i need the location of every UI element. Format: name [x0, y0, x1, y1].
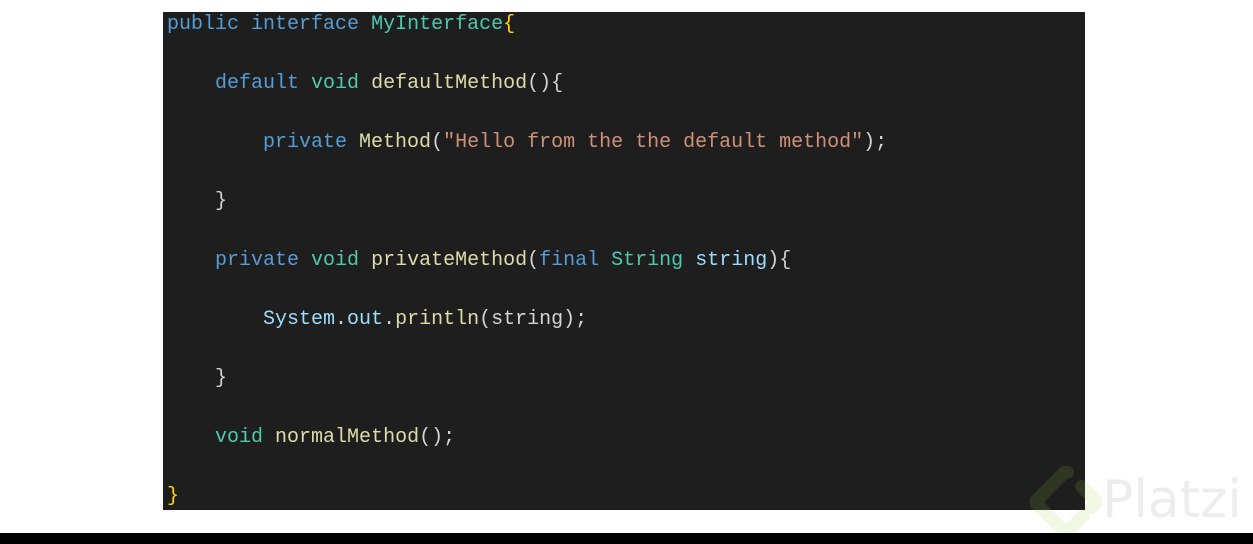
code-bracket: }	[167, 485, 180, 508]
code-punctuation	[263, 426, 275, 449]
code-function-name: println	[395, 308, 480, 331]
code-punctuation	[167, 131, 263, 154]
code-function-name: defaultMethod	[371, 72, 528, 95]
code-punctuation	[359, 13, 371, 36]
code-punctuation: (){	[527, 72, 564, 95]
code-punctuation	[683, 249, 695, 272]
code-lines: public interface MyInterface{ default vo…	[167, 12, 887, 510]
code-variable: out	[347, 308, 384, 331]
code-line: private void privateMethod(final String …	[167, 231, 887, 290]
code-type-token: MyInterface	[371, 13, 504, 36]
code-punctuation	[167, 249, 215, 272]
code-keyword: final	[539, 249, 600, 272]
platzi-watermark-text: Platzi	[1102, 470, 1242, 530]
code-line: }	[167, 467, 887, 510]
code-punctuation: }	[215, 367, 228, 390]
code-type-token: void	[215, 426, 264, 449]
code-punctuation: (	[431, 131, 444, 154]
code-punctuation: }	[215, 190, 228, 213]
code-line: void normalMethod();	[167, 408, 887, 467]
code-keyword: private	[263, 131, 348, 154]
code-punctuation: (	[527, 249, 540, 272]
code-line: }	[167, 172, 887, 231]
code-punctuation	[359, 72, 371, 95]
code-punctuation	[167, 308, 263, 331]
code-type-token: void	[311, 72, 360, 95]
bottom-bar	[0, 533, 1253, 544]
code-line: }	[167, 349, 887, 408]
code-variable: string	[695, 249, 768, 272]
code-punctuation	[599, 249, 611, 272]
code-keyword: interface	[251, 13, 360, 36]
code-line: System.out.println(string);	[167, 290, 887, 349]
code-punctuation: ();	[419, 426, 456, 449]
code-line: private Method("Hello from the the defau…	[167, 113, 887, 172]
code-line: public interface MyInterface{	[167, 12, 887, 54]
code-punctuation: (string);	[479, 308, 588, 331]
code-punctuation	[167, 190, 215, 213]
code-keyword: private	[215, 249, 300, 272]
code-punctuation	[359, 249, 371, 272]
code-type-token: String	[611, 249, 684, 272]
code-type-token: void	[311, 249, 360, 272]
code-function-name: normalMethod	[275, 426, 420, 449]
code-keyword: default	[215, 72, 300, 95]
code-string-literal: "Hello from the the default method"	[443, 131, 864, 154]
code-block: public interface MyInterface{ default vo…	[163, 12, 1085, 510]
code-keyword: public	[167, 13, 240, 36]
code-punctuation: );	[863, 131, 888, 154]
code-function-name: privateMethod	[371, 249, 528, 272]
code-punctuation	[167, 72, 215, 95]
code-punctuation	[299, 72, 311, 95]
code-line: default void defaultMethod(){	[167, 54, 887, 113]
code-punctuation	[167, 367, 215, 390]
code-punctuation	[347, 131, 359, 154]
code-punctuation: ){	[767, 249, 792, 272]
code-variable: System	[263, 308, 336, 331]
code-punctuation: .	[383, 308, 396, 331]
code-bracket: {	[503, 13, 516, 36]
code-punctuation	[167, 426, 215, 449]
code-function-name: Method	[359, 131, 432, 154]
code-punctuation	[239, 13, 251, 36]
code-punctuation: .	[335, 308, 348, 331]
code-punctuation	[299, 249, 311, 272]
